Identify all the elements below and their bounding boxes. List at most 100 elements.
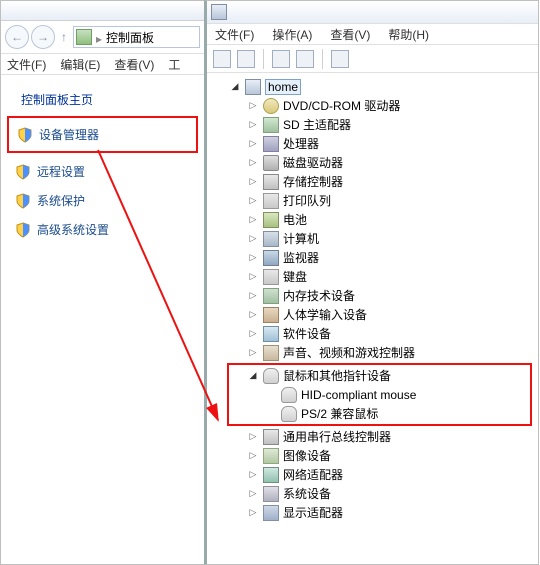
- dev-sys-icon: [263, 486, 279, 502]
- menu-edit[interactable]: 编辑(E): [60, 56, 100, 73]
- tree-item-cat-6[interactable]: ▷ 电池: [211, 210, 536, 229]
- expand-arrow-icon[interactable]: ▷: [247, 507, 259, 519]
- tree-item-cat-7[interactable]: ▷ 计算机: [211, 229, 536, 248]
- tree-item-cat2-4[interactable]: ▷ 显示适配器: [211, 503, 536, 522]
- tb-properties-icon[interactable]: [296, 50, 314, 68]
- tree-item-cat-5[interactable]: ▷打印队列: [211, 191, 536, 210]
- tree-item-cat-13[interactable]: ▷声音、视频和游戏控制器: [211, 343, 536, 362]
- cp-sidebar: 控制面板主页 设备管理器远程设置系统保护高级系统设置: [1, 75, 204, 254]
- device-tree[interactable]: ◢home▷DVD/CD-ROM 驱动器▷SD 主适配器▷处理器▷磁盘驱动器▷存…: [207, 73, 538, 564]
- dev-mouse-icon: [281, 406, 297, 422]
- dev-home-icon: [245, 79, 261, 95]
- tree-item-cat-4[interactable]: ▷ 存储控制器: [211, 172, 536, 191]
- expand-arrow-icon[interactable]: ▷: [247, 100, 259, 112]
- expand-arrow-icon[interactable]: ▷: [247, 157, 259, 169]
- expand-arrow-icon[interactable]: ▷: [247, 469, 259, 481]
- tree-item-cat-2[interactable]: ▷ 处理器: [211, 134, 536, 153]
- dev-card-icon: [263, 117, 279, 133]
- expand-arrow-icon[interactable]: ▷: [247, 214, 259, 226]
- dev-usb-icon: [263, 174, 279, 190]
- tree-item-cat2-0[interactable]: ▷通用串行总线控制器: [211, 427, 536, 446]
- tree-item-cat-11[interactable]: ▷人体学输入设备: [211, 305, 536, 324]
- dev-disp-icon: [263, 505, 279, 521]
- sidebar-item-device-manager[interactable]: 设备管理器: [11, 120, 194, 149]
- expand-arrow-icon[interactable]: ▷: [247, 271, 259, 283]
- tree-item-root[interactable]: ◢home: [211, 77, 536, 96]
- tree-item-cat-0[interactable]: ▷DVD/CD-ROM 驱动器: [211, 96, 536, 115]
- control-panel-window: ← → ↑ ▸ 控制面板 文件(F) 编辑(E) 查看(V) 工 控制面板主页 …: [0, 0, 204, 565]
- tree-item-cat2-2[interactable]: ▷网络适配器: [211, 465, 536, 484]
- tree-label: 键盘: [283, 268, 307, 285]
- dev-snd-icon: [263, 345, 279, 361]
- expand-arrow-icon[interactable]: ▷: [247, 138, 259, 150]
- cp-home-title[interactable]: 控制面板主页: [9, 85, 196, 118]
- menu-action[interactable]: 操作(A): [272, 26, 312, 43]
- menu-help[interactable]: 帮助(H): [388, 26, 429, 43]
- tree-item-cat-1[interactable]: ▷ SD 主适配器: [211, 115, 536, 134]
- expand-arrow-icon[interactable]: ▷: [247, 233, 259, 245]
- tb-fwd-icon[interactable]: [237, 50, 255, 68]
- device-manager-icon: [211, 4, 227, 20]
- expand-arrow-icon[interactable]: ◢: [229, 81, 241, 93]
- sidebar-item-system-protection[interactable]: 系统保护: [9, 186, 196, 215]
- tree-label: 存储控制器: [283, 173, 343, 190]
- sidebar-item-remote-settings[interactable]: 远程设置: [9, 157, 196, 186]
- menu-file[interactable]: 文件(F): [215, 26, 254, 43]
- back-button[interactable]: ←: [5, 25, 29, 49]
- expand-arrow-icon[interactable]: ▷: [247, 176, 259, 188]
- tree-item-mouse-1[interactable]: PS/2 兼容鼠标: [229, 404, 530, 423]
- tb-back-icon[interactable]: [213, 50, 231, 68]
- tree-label: HID-compliant mouse: [301, 388, 416, 402]
- tree-label: 计算机: [283, 230, 319, 247]
- tree-label: 监视器: [283, 249, 319, 266]
- menubar: 文件(F) 编辑(E) 查看(V) 工: [1, 53, 204, 75]
- expand-arrow-icon[interactable]: ▷: [247, 488, 259, 500]
- expand-arrow-icon[interactable]: ▷: [247, 290, 259, 302]
- tree-item-mouse-0[interactable]: HID-compliant mouse: [229, 385, 530, 404]
- expand-arrow-icon[interactable]: ▷: [247, 431, 259, 443]
- menu-tools[interactable]: 工: [168, 56, 180, 73]
- address-box[interactable]: ▸ 控制面板: [73, 26, 200, 48]
- device-manager-window: 文件(F) 操作(A) 查看(V) 帮助(H) ◢home▷DVD/CD-ROM…: [204, 0, 539, 565]
- sidebar-item-label: 远程设置: [37, 163, 85, 180]
- tree-item-cat-12[interactable]: ▷ 软件设备: [211, 324, 536, 343]
- expand-arrow-icon[interactable]: ▷: [247, 195, 259, 207]
- tree-item-cat-3[interactable]: ▷磁盘驱动器: [211, 153, 536, 172]
- tree-item-cat-9[interactable]: ▷ 键盘: [211, 267, 536, 286]
- tree-label: 处理器: [283, 135, 319, 152]
- menu-view[interactable]: 查看(V): [114, 56, 154, 73]
- dev-print-icon: [263, 193, 279, 209]
- breadcrumb-sep-icon: ▸: [96, 32, 102, 42]
- sidebar-item-advanced-system-settings[interactable]: 高级系统设置: [9, 215, 196, 244]
- tree-item-mouse-group[interactable]: ◢鼠标和其他指针设备: [229, 366, 530, 385]
- tree-label: SD 主适配器: [283, 116, 351, 133]
- tb-show-hidden-icon[interactable]: [272, 50, 290, 68]
- menu-view[interactable]: 查看(V): [330, 26, 370, 43]
- address-text: 控制面板: [106, 29, 154, 46]
- tb-scan-icon[interactable]: [331, 50, 349, 68]
- expand-arrow-icon[interactable]: ▷: [247, 450, 259, 462]
- mouse-group-highlight: ◢鼠标和其他指针设备 HID-compliant mouse PS/2 兼容鼠标: [227, 363, 532, 426]
- expand-arrow-icon[interactable]: ▷: [247, 309, 259, 321]
- dm-menubar: 文件(F) 操作(A) 查看(V) 帮助(H): [207, 23, 538, 45]
- tree-item-cat-10[interactable]: ▷内存技术设备: [211, 286, 536, 305]
- tree-label: 软件设备: [283, 325, 331, 342]
- sidebar-item-label: 系统保护: [37, 192, 85, 209]
- tree-label: PS/2 兼容鼠标: [301, 405, 378, 422]
- tree-item-cat2-3[interactable]: ▷系统设备: [211, 484, 536, 503]
- control-panel-icon: [76, 29, 92, 45]
- tree-item-cat-8[interactable]: ▷ 监视器: [211, 248, 536, 267]
- tree-item-cat2-1[interactable]: ▷图像设备: [211, 446, 536, 465]
- expand-arrow-icon[interactable]: ◢: [247, 370, 259, 382]
- forward-button[interactable]: →: [31, 25, 55, 49]
- expand-arrow-icon[interactable]: ▷: [247, 347, 259, 359]
- up-button[interactable]: ↑: [57, 30, 71, 44]
- expand-arrow-icon[interactable]: ▷: [247, 119, 259, 131]
- tree-label: 电池: [283, 211, 307, 228]
- tree-label: 显示适配器: [283, 504, 343, 521]
- menu-file[interactable]: 文件(F): [7, 56, 46, 73]
- expand-arrow-icon[interactable]: ▷: [247, 252, 259, 264]
- address-bar: ← → ↑ ▸ 控制面板: [1, 21, 204, 53]
- dev-mouse-icon: [263, 368, 279, 384]
- expand-arrow-icon[interactable]: ▷: [247, 328, 259, 340]
